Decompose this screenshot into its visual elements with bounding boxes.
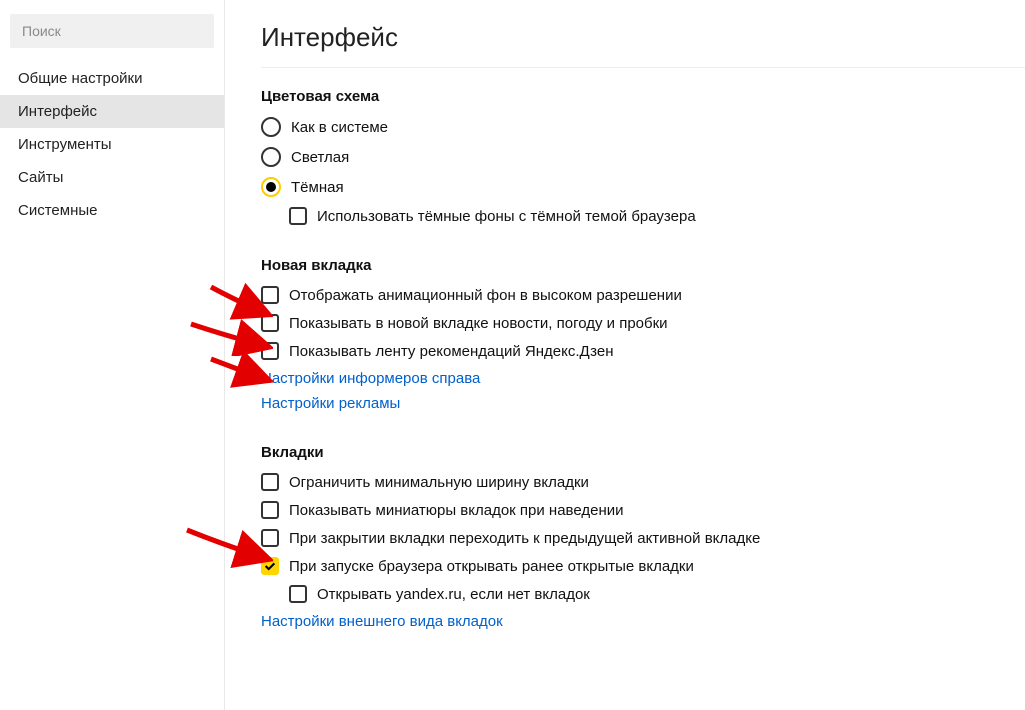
- sidebar-item-sites[interactable]: Сайты: [0, 161, 224, 194]
- radio-light[interactable]: Светлая: [261, 147, 1025, 167]
- checkbox-zen-feed[interactable]: Показывать ленту рекомендаций Яндекс.Дзе…: [261, 342, 1025, 360]
- section-tabs: Вкладки Ограничить минимальную ширину вк…: [261, 444, 1025, 630]
- checkbox-restore-tabs[interactable]: При запуске браузера открывать ранее отк…: [261, 557, 1025, 575]
- link-ads[interactable]: Настройки рекламы: [261, 395, 1025, 412]
- link-informers[interactable]: Настройки информеров справа: [261, 370, 1025, 387]
- checkbox-thumbnails[interactable]: Показывать миниатюры вкладок при наведен…: [261, 501, 1025, 519]
- checkbox-icon: [261, 501, 279, 519]
- checkbox-icon: [261, 342, 279, 360]
- checkbox-prev-active[interactable]: При закрытии вкладки переходить к предыд…: [261, 529, 1025, 547]
- checkbox-open-yandex[interactable]: Открывать yandex.ru, если нет вкладок: [261, 585, 1025, 603]
- link-tabs-appearance[interactable]: Настройки внешнего вида вкладок: [261, 613, 1025, 630]
- checkbox-label: Открывать yandex.ru, если нет вкладок: [317, 586, 590, 603]
- radio-label: Тёмная: [291, 179, 344, 196]
- sidebar-item-interface[interactable]: Интерфейс: [0, 95, 224, 128]
- checkbox-icon: [261, 286, 279, 304]
- checkbox-label: Отображать анимационный фон в высоком ра…: [289, 287, 682, 304]
- checkbox-label: Показывать ленту рекомендаций Яндекс.Дзе…: [289, 343, 614, 360]
- sidebar-item-general[interactable]: Общие настройки: [0, 62, 224, 95]
- sidebar-item-system[interactable]: Системные: [0, 194, 224, 227]
- section-title-tabs: Вкладки: [261, 444, 1025, 461]
- checkbox-news-weather[interactable]: Показывать в новой вкладке новости, пого…: [261, 314, 1025, 332]
- section-title-color-scheme: Цветовая схема: [261, 88, 1025, 105]
- checkbox-dark-bg[interactable]: Использовать тёмные фоны с тёмной темой …: [261, 207, 1025, 225]
- radio-icon: [261, 147, 281, 167]
- checkbox-icon: [261, 529, 279, 547]
- divider: [261, 67, 1025, 68]
- checkbox-icon: [261, 314, 279, 332]
- checkbox-label: При запуске браузера открывать ранее отк…: [289, 558, 694, 575]
- checkbox-label: При закрытии вкладки переходить к предыд…: [289, 530, 760, 547]
- checkbox-icon: [261, 557, 279, 575]
- checkbox-min-width[interactable]: Ограничить минимальную ширину вкладки: [261, 473, 1025, 491]
- sidebar: Поиск Общие настройки Интерфейс Инструме…: [0, 0, 225, 710]
- main-content: Интерфейс Цветовая схема Как в системе С…: [225, 0, 1025, 710]
- radio-icon: [261, 117, 281, 137]
- section-title-new-tab: Новая вкладка: [261, 257, 1025, 274]
- radio-dark[interactable]: Тёмная: [261, 177, 1025, 197]
- checkbox-label: Ограничить минимальную ширину вкладки: [289, 474, 589, 491]
- checkbox-anim-bg[interactable]: Отображать анимационный фон в высоком ра…: [261, 286, 1025, 304]
- radio-icon: [261, 177, 281, 197]
- sidebar-item-tools[interactable]: Инструменты: [0, 128, 224, 161]
- checkbox-icon: [261, 473, 279, 491]
- checkbox-icon: [289, 207, 307, 225]
- checkbox-label: Показывать миниатюры вкладок при наведен…: [289, 502, 624, 519]
- checkbox-icon: [289, 585, 307, 603]
- radio-label: Как в системе: [291, 119, 388, 136]
- checkbox-label: Показывать в новой вкладке новости, пого…: [289, 315, 668, 332]
- radio-label: Светлая: [291, 149, 349, 166]
- section-color-scheme: Цветовая схема Как в системе Светлая Тём…: [261, 88, 1025, 225]
- page-title: Интерфейс: [261, 22, 1025, 53]
- radio-system[interactable]: Как в системе: [261, 117, 1025, 137]
- checkbox-label: Использовать тёмные фоны с тёмной темой …: [317, 208, 696, 225]
- search-input[interactable]: Поиск: [10, 14, 214, 48]
- section-new-tab: Новая вкладка Отображать анимационный фо…: [261, 257, 1025, 412]
